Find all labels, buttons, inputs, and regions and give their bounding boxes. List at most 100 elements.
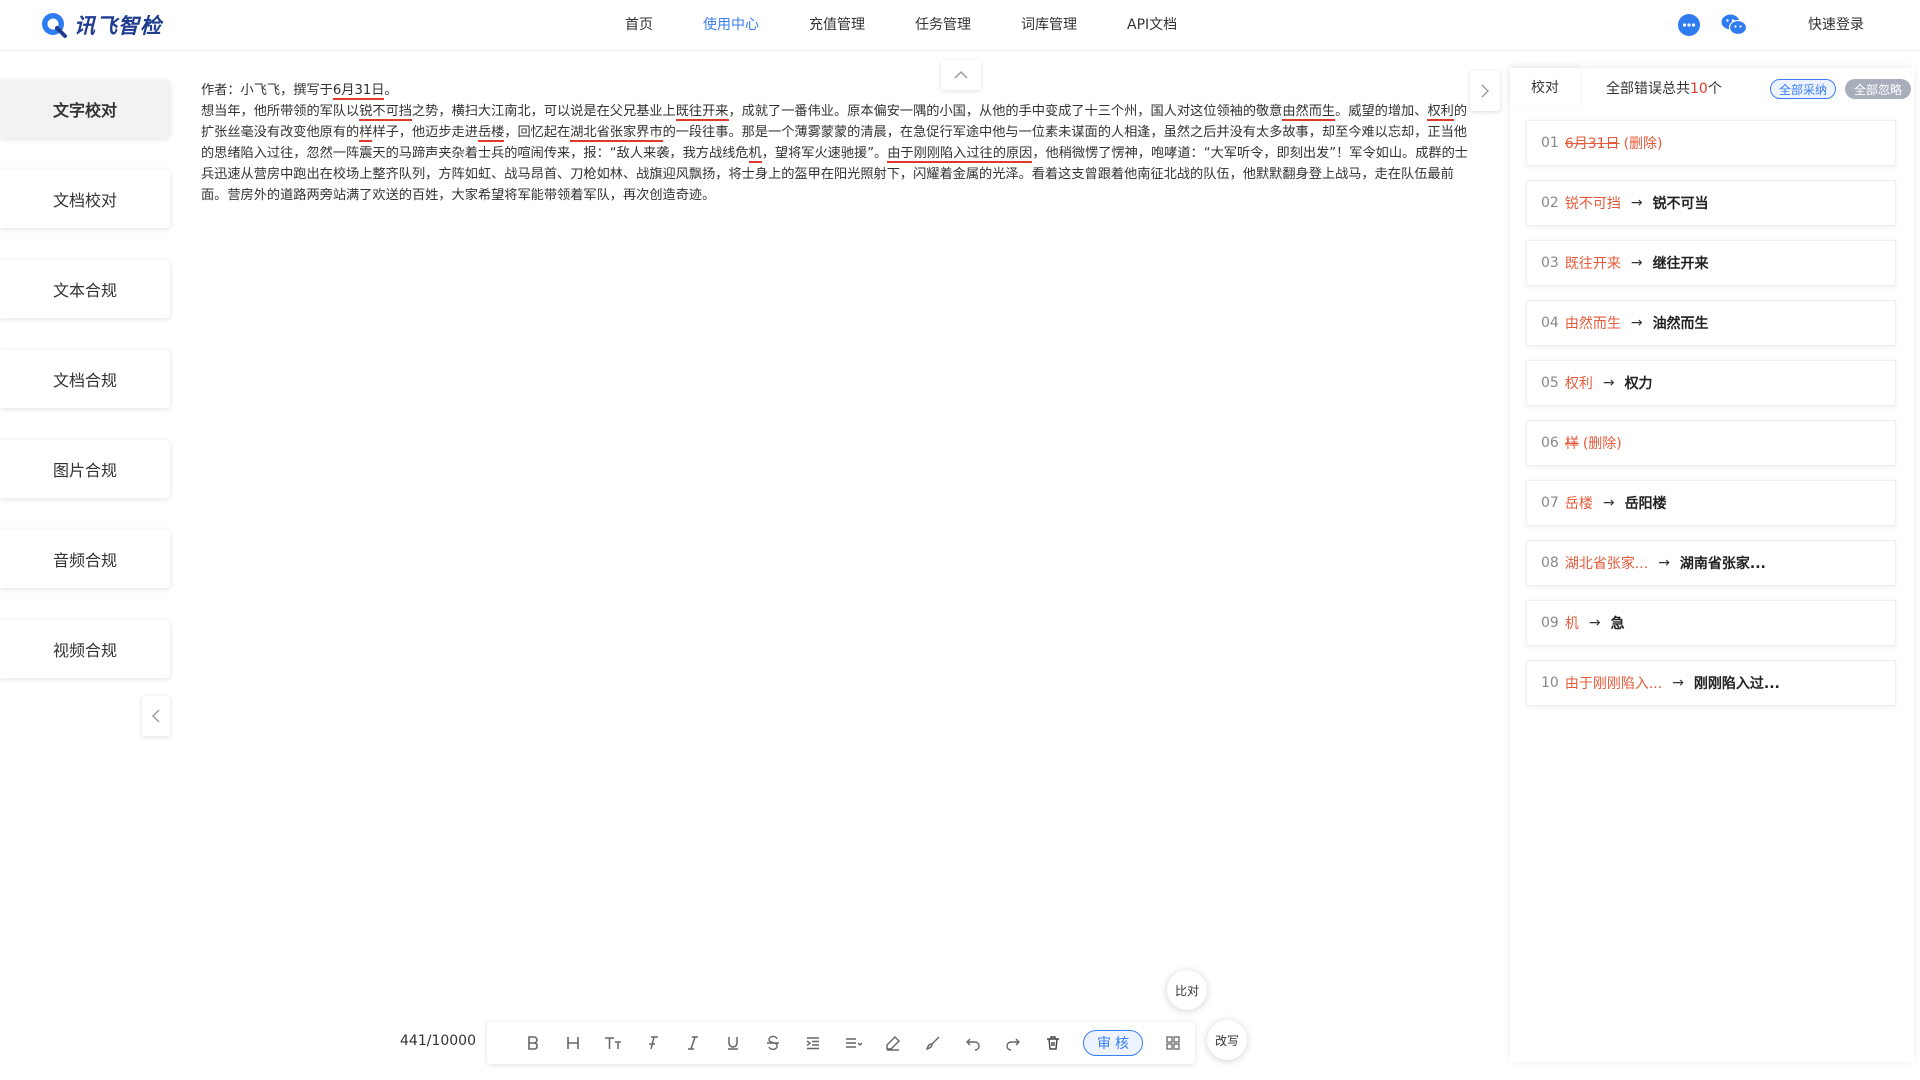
nav-recharge[interactable]: 充值管理: [784, 0, 890, 51]
error-mark[interactable]: 机: [748, 146, 762, 163]
sidebar-item-doc-proofread[interactable]: 文档校对: [0, 170, 170, 228]
word-count: 441/10000: [400, 1033, 476, 1049]
error-index: 10: [1541, 675, 1559, 691]
bold-icon[interactable]: [513, 1028, 553, 1058]
collapse-sidebar-button[interactable]: [142, 696, 170, 736]
error-original: 由然而生: [1564, 316, 1621, 332]
error-index: 05: [1541, 375, 1559, 391]
chat-icon[interactable]: [1676, 12, 1702, 38]
accept-all-button[interactable]: 全部采纳: [1770, 79, 1836, 99]
error-mark[interactable]: 样: [359, 125, 373, 142]
wechat-icon[interactable]: [1720, 12, 1748, 38]
sidebar-item-video-compliance[interactable]: 视频合规: [0, 620, 170, 678]
error-original: 6月31日: [1564, 136, 1620, 152]
nav-home[interactable]: 首页: [600, 0, 678, 51]
error-item[interactable]: 02 锐不可挡 → 锐不可当: [1526, 180, 1896, 226]
chevron-right-icon: [1481, 84, 1489, 98]
error-index: 04: [1541, 315, 1559, 331]
arrow-right-icon: →: [1602, 375, 1615, 391]
sidebar: 文字校对 文档校对 文本合规 文档合规 图片合规 音频合规 视频合规: [0, 80, 170, 710]
highlight-icon[interactable]: [873, 1028, 913, 1058]
sidebar-item-text-compliance[interactable]: 文本合规: [0, 260, 170, 318]
error-mark[interactable]: 锐不可挡: [359, 104, 412, 121]
review-button[interactable]: 审核: [1083, 1030, 1143, 1056]
sidebar-item-doc-compliance[interactable]: 文档合规: [0, 350, 170, 408]
error-item[interactable]: 06 样 (删除): [1526, 420, 1896, 466]
error-suggestion: 湖南省张家...: [1679, 556, 1766, 572]
tab-proofread[interactable]: 校对: [1510, 68, 1580, 108]
strikethrough-icon[interactable]: [753, 1028, 793, 1058]
undo-icon[interactable]: [953, 1028, 993, 1058]
arrow-right-icon: →: [1672, 675, 1684, 691]
error-item[interactable]: 03 既往开来 → 继往开来: [1526, 240, 1896, 286]
grid-icon[interactable]: [1153, 1028, 1193, 1058]
error-item[interactable]: 10 由于刚刚陷入... → 刚刚陷入过...: [1526, 660, 1896, 706]
error-note: (删除): [1623, 136, 1663, 152]
error-original: 岳楼: [1564, 496, 1593, 512]
sidebar-item-audio-compliance[interactable]: 音频合规: [0, 530, 170, 588]
error-list: 01 6月31日 (删除) 02 锐不可挡 → 锐不可当 03 既往开来 → 继往开来 04 由然而生 →…: [1526, 120, 1896, 720]
error-original: 由于刚刚陷入...: [1564, 676, 1663, 692]
chevron-left-icon: [152, 709, 160, 723]
align-icon[interactable]: [833, 1028, 873, 1058]
nav-tasks[interactable]: 任务管理: [890, 0, 996, 51]
error-suggestion: 刚刚陷入过...: [1693, 676, 1780, 692]
error-original: 湖北省张家...: [1564, 556, 1649, 572]
delete-icon[interactable]: [1033, 1028, 1073, 1058]
author-line: 作者：小飞飞，撰写于6月31日。: [201, 83, 398, 100]
nav-lexicon[interactable]: 词库管理: [996, 0, 1102, 51]
ignore-all-button[interactable]: 全部忽略: [1845, 79, 1911, 99]
font-size-icon[interactable]: [593, 1028, 633, 1058]
error-suggestion: 继往开来: [1652, 256, 1709, 272]
error-suggestion: 权力: [1624, 376, 1653, 392]
error-mark[interactable]: 由于刚刚陷入过往的原因: [887, 146, 1033, 163]
arrow-right-icon: →: [1630, 255, 1643, 271]
error-item[interactable]: 08 湖北省张家... → 湖南省张家...: [1526, 540, 1896, 586]
error-item[interactable]: 07 岳楼 → 岳阳楼: [1526, 480, 1896, 526]
error-original: 样: [1564, 436, 1579, 452]
error-index: 02: [1541, 195, 1559, 211]
sidebar-item-image-compliance[interactable]: 图片合规: [0, 440, 170, 498]
error-index: 06: [1541, 435, 1559, 451]
clear-format-icon[interactable]: [633, 1028, 673, 1058]
italic-icon[interactable]: [673, 1028, 713, 1058]
nav-api-docs[interactable]: API文档: [1102, 0, 1202, 51]
brush-icon[interactable]: [913, 1028, 953, 1058]
redo-icon[interactable]: [993, 1028, 1033, 1058]
sidebar-item-text-proofread[interactable]: 文字校对: [0, 80, 170, 138]
error-mark[interactable]: 由然而生: [1282, 104, 1336, 121]
logo-icon: [40, 11, 68, 39]
underline-icon[interactable]: [713, 1028, 753, 1058]
rewrite-button[interactable]: 改写: [1207, 1020, 1247, 1060]
error-suggestion: 锐不可当: [1652, 196, 1709, 212]
error-mark[interactable]: 湖北省张家界市: [570, 125, 663, 142]
nav-usage-center[interactable]: 使用中心: [678, 0, 784, 51]
proofread-panel: 校对 全部错误总共10个 全部采纳 全部忽略 01 6月31日 (删除) 02 锐不可挡…: [1510, 68, 1914, 1062]
header-icons: [1676, 12, 1748, 38]
indent-icon[interactable]: [793, 1028, 833, 1058]
error-item[interactable]: 05 权利 → 权力: [1526, 360, 1896, 406]
error-index: 09: [1541, 615, 1559, 631]
error-suggestion: 油然而生: [1652, 316, 1709, 332]
error-item[interactable]: 09 机 → 急: [1526, 600, 1896, 646]
arrow-right-icon: →: [1630, 315, 1643, 331]
error-suggestion: 急: [1610, 616, 1625, 632]
error-index: 03: [1541, 255, 1559, 271]
logo[interactable]: 讯飞智检: [40, 10, 162, 40]
top-header: 讯飞智检 首页 使用中心 充值管理 任务管理 词库管理 API文档 快速登录: [0, 0, 1920, 51]
main-nav: 首页 使用中心 充值管理 任务管理 词库管理 API文档: [600, 0, 1202, 51]
arrow-right-icon: →: [1658, 555, 1670, 571]
text-editor[interactable]: 作者：小飞飞，撰写于6月31日。 想当年，他所带领的军队以锐不可挡之势，横扫大江…: [201, 80, 1476, 206]
error-original: 锐不可挡: [1564, 196, 1621, 212]
error-mark[interactable]: 既往开来: [675, 104, 729, 121]
error-index: 07: [1541, 495, 1559, 511]
quick-login-link[interactable]: 快速登录: [1808, 0, 1864, 51]
compare-button[interactable]: 比对: [1167, 970, 1207, 1010]
format-toolbar: 审核: [487, 1022, 1195, 1064]
error-mark[interactable]: 6月31日: [332, 83, 385, 100]
heading-icon[interactable]: [553, 1028, 593, 1058]
error-item[interactable]: 01 6月31日 (删除): [1526, 120, 1896, 166]
error-mark[interactable]: 权利: [1427, 104, 1454, 121]
error-mark[interactable]: 岳楼: [477, 125, 505, 142]
error-item[interactable]: 04 由然而生 → 油然而生: [1526, 300, 1896, 346]
